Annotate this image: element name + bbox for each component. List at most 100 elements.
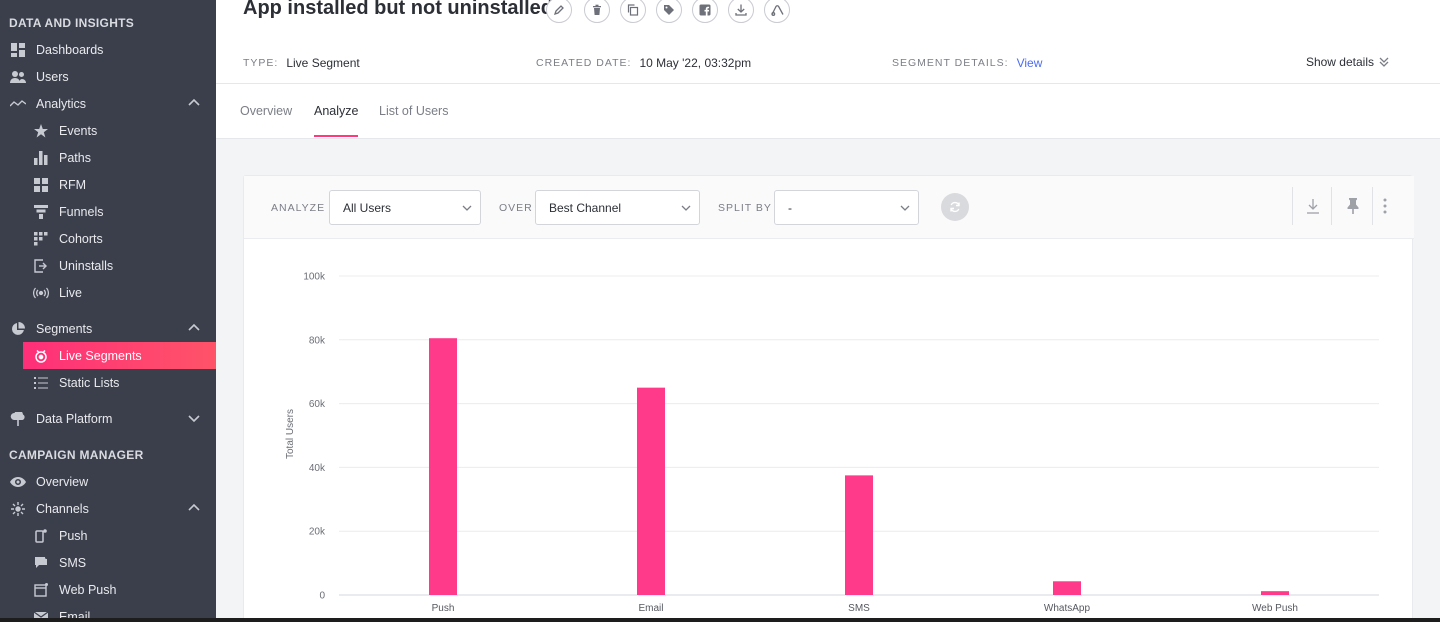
mobile-icon bbox=[33, 528, 49, 544]
chevron-up-icon[interactable] bbox=[188, 97, 200, 109]
y-tick-label: 60k bbox=[309, 399, 326, 410]
y-axis-ticks: 0 20k 40k 60k 80k 100k bbox=[303, 272, 326, 602]
sidebar-item-data-platform[interactable]: Data Platform bbox=[0, 405, 216, 432]
y-axis-label: Total Users bbox=[285, 409, 296, 459]
sidebar-item-label: Users bbox=[36, 69, 69, 84]
toolbar-divider bbox=[1292, 187, 1293, 225]
x-tick-label: SMS bbox=[848, 603, 870, 614]
analyze-label: ANALYZE bbox=[271, 202, 326, 214]
kebab-menu-icon bbox=[1383, 198, 1387, 214]
sidebar-item-channels[interactable]: Channels bbox=[0, 495, 216, 522]
sidebar-item-rfm[interactable]: RFM bbox=[0, 171, 216, 198]
exit-icon bbox=[33, 258, 49, 274]
sidebar-item-uninstalls[interactable]: Uninstalls bbox=[0, 252, 216, 279]
envelope-icon bbox=[33, 609, 49, 618]
chevron-up-icon[interactable] bbox=[188, 322, 200, 334]
x-tick-label: Web Push bbox=[1252, 603, 1298, 614]
bar-chart-icon bbox=[33, 150, 49, 166]
download-icon bbox=[735, 4, 747, 16]
chevron-down-icon bbox=[462, 205, 472, 211]
sidebar-item-static-lists[interactable]: Static Lists bbox=[0, 369, 216, 396]
tab-analyze[interactable]: Analyze bbox=[314, 104, 358, 118]
sidebar-item-segments[interactable]: Segments bbox=[0, 315, 216, 342]
bar-chart: 0 20k 40k 60k 80k 100k Push Email SMS WhatsApp We… bbox=[285, 272, 1379, 614]
bar-push[interactable] bbox=[429, 338, 457, 595]
bar-email[interactable] bbox=[637, 387, 665, 595]
split-by-select[interactable]: - bbox=[774, 190, 919, 225]
sidebar-item-label: Push bbox=[59, 528, 88, 543]
over-select[interactable]: Best Channel bbox=[535, 190, 700, 225]
sidebar-item-label: Cohorts bbox=[59, 231, 103, 246]
y-tick-label: 20k bbox=[309, 527, 326, 538]
cloud-icon bbox=[10, 411, 26, 427]
sidebar-item-paths[interactable]: Paths bbox=[0, 144, 216, 171]
duplicate-button[interactable] bbox=[620, 0, 646, 23]
sidebar-item-push[interactable]: Push bbox=[0, 522, 216, 549]
y-tick-label: 100k bbox=[303, 272, 326, 283]
x-tick-label: Push bbox=[432, 603, 455, 614]
tag-button[interactable] bbox=[656, 0, 682, 23]
copy-icon bbox=[627, 4, 639, 16]
more-options-button[interactable] bbox=[1373, 194, 1397, 218]
analyze-select[interactable]: All Users bbox=[329, 190, 481, 225]
sidebar-item-label: RFM bbox=[59, 177, 87, 192]
sidebar-item-label: Overview bbox=[36, 474, 89, 489]
tab-overview[interactable]: Overview bbox=[240, 104, 292, 118]
sidebar-item-web-push[interactable]: Web Push bbox=[0, 576, 216, 603]
show-details-toggle[interactable]: Show details bbox=[1306, 55, 1389, 69]
header-divider bbox=[216, 83, 1440, 84]
google-ads-icon bbox=[770, 5, 784, 16]
browser-window-icon bbox=[33, 582, 49, 598]
sidebar-item-dashboards[interactable]: Dashboards bbox=[0, 36, 216, 63]
type-label: TYPE: bbox=[243, 57, 279, 69]
sidebar-item-overview[interactable]: Overview bbox=[0, 468, 216, 495]
trend-icon bbox=[10, 96, 26, 112]
analyze-card: ANALYZE All Users OVER Best Channel SPLI… bbox=[243, 175, 1414, 618]
sidebar-item-analytics[interactable]: Analytics bbox=[0, 90, 216, 117]
channels-icon bbox=[10, 501, 26, 517]
segment-type: TYPE: Live Segment bbox=[243, 56, 360, 70]
sidebar-item-funnels[interactable]: Funnels bbox=[0, 198, 216, 225]
sidebar-item-label: Live bbox=[59, 285, 82, 300]
download-button[interactable] bbox=[728, 0, 754, 23]
active-tab-indicator bbox=[314, 135, 358, 137]
tab-list-of-users[interactable]: List of Users bbox=[379, 104, 448, 118]
segment-header: App installed but not uninstalled TYPE: … bbox=[216, 0, 1440, 139]
pin-button[interactable] bbox=[1341, 194, 1365, 218]
sidebar-item-label: Web Push bbox=[59, 582, 117, 597]
over-label: OVER bbox=[499, 202, 533, 214]
google-ads-button[interactable] bbox=[764, 0, 790, 23]
main-content: App installed but not uninstalled TYPE: … bbox=[216, 0, 1440, 618]
bar-sms[interactable] bbox=[845, 475, 873, 595]
page-title: App installed but not uninstalled bbox=[243, 0, 553, 19]
sidebar-item-users[interactable]: Users bbox=[0, 63, 216, 90]
sidebar-item-label: Events bbox=[59, 123, 98, 138]
segment-details-label: SEGMENT DETAILS: bbox=[892, 57, 1009, 69]
chevron-up-icon[interactable] bbox=[188, 502, 200, 514]
broadcast-icon bbox=[33, 285, 49, 301]
segment-created-date: CREATED DATE: 10 May '22, 03:32pm bbox=[536, 56, 751, 70]
view-details-link[interactable]: View bbox=[1017, 56, 1043, 70]
chevron-down-icon[interactable] bbox=[188, 412, 200, 424]
sidebar-item-live[interactable]: Live bbox=[0, 279, 216, 306]
chevron-down-icon bbox=[900, 205, 910, 211]
sidebar-item-cohorts[interactable]: Cohorts bbox=[0, 225, 216, 252]
bar-whatsapp[interactable] bbox=[1053, 581, 1081, 595]
facebook-audience-button[interactable] bbox=[692, 0, 718, 23]
sidebar-item-label: Live Segments bbox=[59, 348, 142, 363]
export-button[interactable] bbox=[1301, 194, 1325, 218]
sidebar-item-sms[interactable]: SMS bbox=[0, 549, 216, 576]
sidebar-item-live-segments[interactable]: Live Segments bbox=[23, 342, 216, 369]
delete-button[interactable] bbox=[584, 0, 610, 23]
bar-web-push[interactable] bbox=[1261, 591, 1289, 595]
section-campaign-manager: CAMPAIGN MANAGER bbox=[9, 448, 144, 462]
sidebar-item-label: Paths bbox=[59, 150, 91, 165]
analyze-select-value: All Users bbox=[343, 200, 392, 215]
sidebar-item-email[interactable]: Email bbox=[0, 603, 216, 618]
refresh-button[interactable] bbox=[941, 193, 969, 221]
type-value: Live Segment bbox=[286, 56, 360, 70]
edit-button[interactable] bbox=[546, 0, 572, 23]
chevron-down-icon bbox=[681, 205, 691, 211]
sidebar-item-events[interactable]: Events bbox=[0, 117, 216, 144]
sidebar-item-label: Segments bbox=[36, 321, 93, 336]
